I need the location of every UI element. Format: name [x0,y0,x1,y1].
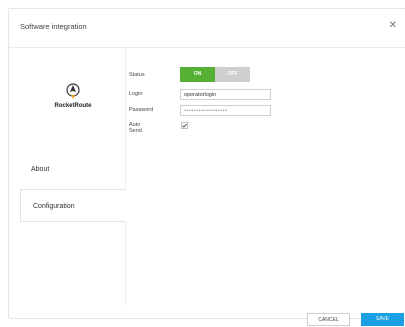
rocket-logo-icon [66,83,80,99]
save-button[interactable]: SAVE [361,313,404,326]
auto-send-checkbox[interactable] [181,122,188,129]
cancel-button[interactable]: CANCEL [307,313,350,326]
password-input[interactable]: •••••••••••••••••• [180,105,271,116]
status-on-option[interactable]: ON [180,67,215,82]
nav-item-label: Configuration [33,203,75,210]
nav-item-about[interactable]: About [19,153,125,186]
nav-item-label: About [31,166,50,173]
auto-send-label: Auto Send [129,122,142,134]
status-toggle[interactable]: ON OFF [180,67,250,82]
close-icon[interactable]: ✕ [389,20,397,31]
login-label: Login [129,91,143,97]
password-label: Password [129,107,154,113]
nav-item-configuration[interactable]: Configuration [20,189,126,222]
dialog-title: Software integration [20,22,87,31]
software-integration-dialog: Software integration ✕ RocketRoute About… [8,8,405,326]
brand-name: RocketRoute [54,103,92,109]
side-panel: RocketRoute About Configuration [19,47,126,305]
rocketroute-logo: RocketRoute [41,83,105,123]
status-label: Status [129,72,145,78]
dialog-header: Software integration ✕ [9,9,405,48]
login-input[interactable]: operatorlogin [180,89,271,100]
status-off-option[interactable]: OFF [215,67,250,82]
